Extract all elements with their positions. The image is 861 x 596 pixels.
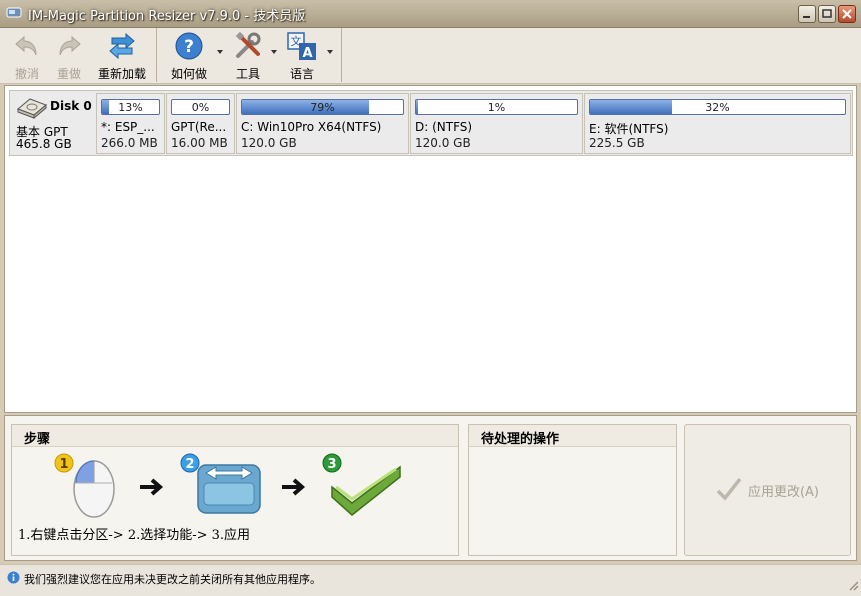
partition-label: C: Win10Pro X64(NTFS) — [241, 120, 382, 134]
bottom-panel-area: 步骤 1 2 3 1.右键点击分区-> 2.选择功能-> 3.应用 待处理的操作… — [4, 415, 857, 561]
tools-dropdown-arrow[interactable] — [271, 50, 277, 54]
partition-size: 266.0 MB — [101, 136, 158, 150]
language-button[interactable]: 文A 语言 — [284, 30, 320, 82]
reload-icon — [106, 30, 138, 62]
svg-text:A: A — [302, 46, 312, 61]
close-icon — [842, 9, 852, 19]
check-icon — [716, 477, 742, 504]
apply-label: 应用更改(A) — [747, 484, 820, 500]
steps-title: 步骤 — [12, 425, 458, 447]
partition-label: *: ESP_... — [101, 120, 155, 134]
mouse-icon: 1 — [50, 453, 122, 522]
minimize-button[interactable] — [798, 5, 816, 23]
usage-bar: 13% — [101, 99, 160, 115]
svg-text:1: 1 — [59, 457, 68, 472]
svg-text:2: 2 — [185, 457, 194, 472]
partition-label: E: 软件(NTFS) — [589, 122, 669, 136]
partition-e[interactable]: 32% E: 软件(NTFS) 225.5 GB — [584, 93, 851, 154]
window-title: IM-Magic Partition Resizer v7.9.0 - 技术员版 — [28, 9, 306, 24]
partition-d[interactable]: 1% D: (NTFS) 120.0 GB — [410, 93, 583, 154]
howto-dropdown-arrow[interactable] — [217, 50, 223, 54]
disk-row[interactable]: Disk 0 基本 GPT 465.8 GB 13% *: ESP_... 26… — [9, 90, 853, 156]
toolbar-group-help: ? 如何做 工具 文A 语言 — [158, 28, 342, 82]
maximize-button[interactable] — [818, 5, 836, 23]
redo-icon — [53, 30, 85, 62]
svg-text:?: ? — [184, 37, 194, 57]
disk-info[interactable]: Disk 0 基本 GPT 465.8 GB — [10, 91, 94, 155]
reload-button[interactable]: 重新加载 — [94, 30, 150, 82]
close-button[interactable] — [838, 5, 856, 23]
partition-label: D: (NTFS) — [415, 120, 473, 134]
steps-caption: 1.右键点击分区-> 2.选择功能-> 3.应用 — [18, 528, 251, 543]
usage-bar: 0% — [171, 99, 230, 115]
disk-map-area[interactable]: Disk 0 基本 GPT 465.8 GB 13% *: ESP_... 26… — [4, 85, 857, 413]
partition-size: 120.0 GB — [241, 136, 297, 150]
hard-disk-icon — [16, 97, 48, 122]
partition-size: 225.5 GB — [589, 136, 645, 150]
language-dropdown-arrow[interactable] — [327, 50, 333, 54]
partition-size: 120.0 GB — [415, 136, 471, 150]
minimize-icon — [803, 16, 810, 18]
arrow-right-icon — [280, 477, 308, 500]
pending-title: 待处理的操作 — [469, 425, 676, 447]
apply-changes-button[interactable]: 应用更改(A) — [684, 424, 851, 556]
arrow-right-icon — [138, 477, 166, 500]
status-text: 我们强烈建议您在应用未决更改之前关闭所有其他应用程序。 — [24, 573, 321, 586]
partition-resize-icon: 2 — [176, 453, 266, 522]
disk-name: Disk 0 — [50, 99, 92, 113]
title-bar[interactable]: IM-Magic Partition Resizer v7.9.0 - 技术员版 — [0, 0, 861, 28]
usage-bar: 1% — [415, 99, 578, 115]
app-icon — [6, 6, 22, 20]
partition-label: GPT(Re... — [171, 120, 227, 134]
toolbar: 撤消 重做 重新加载 ? 如何做 工具 文 A 语言 — [0, 28, 861, 84]
svg-text:3: 3 — [327, 457, 336, 472]
resize-grip-icon[interactable] — [847, 579, 859, 594]
partition-size: 16.00 MB — [171, 136, 228, 150]
steps-panel: 步骤 1 2 3 1.右键点击分区-> 2.选择功能-> 3.应用 — [11, 424, 459, 556]
usage-bar: 32% — [589, 99, 846, 115]
status-bar: 我们强烈建议您在应用未决更改之前关闭所有其他应用程序。 — [0, 564, 861, 596]
pending-operations-panel[interactable]: 待处理的操作 — [468, 424, 677, 556]
tools-button[interactable]: 工具 — [230, 30, 266, 82]
redo-button[interactable]: 重做 — [50, 30, 88, 82]
partition-gpt-reserved[interactable]: 0% GPT(Re... 16.00 MB — [166, 93, 235, 154]
howto-button[interactable]: ? 如何做 — [166, 30, 212, 82]
partition-c[interactable]: 79% C: Win10Pro X64(NTFS) 120.0 GB — [236, 93, 409, 154]
tools-icon — [232, 30, 264, 62]
undo-icon — [11, 30, 43, 62]
undo-button[interactable]: 撤消 — [8, 30, 46, 82]
checkmark-icon: 3 — [316, 453, 406, 522]
partition-esp[interactable]: 13% *: ESP_... 266.0 MB — [96, 93, 165, 154]
toolbar-group-edit: 撤消 重做 重新加载 — [0, 28, 157, 82]
usage-bar: 79% — [241, 99, 404, 115]
language-icon: 文A — [286, 30, 318, 62]
help-icon: ? — [173, 30, 205, 62]
maximize-icon — [822, 9, 832, 18]
info-icon — [7, 571, 20, 587]
disk-size: 465.8 GB — [16, 137, 72, 151]
